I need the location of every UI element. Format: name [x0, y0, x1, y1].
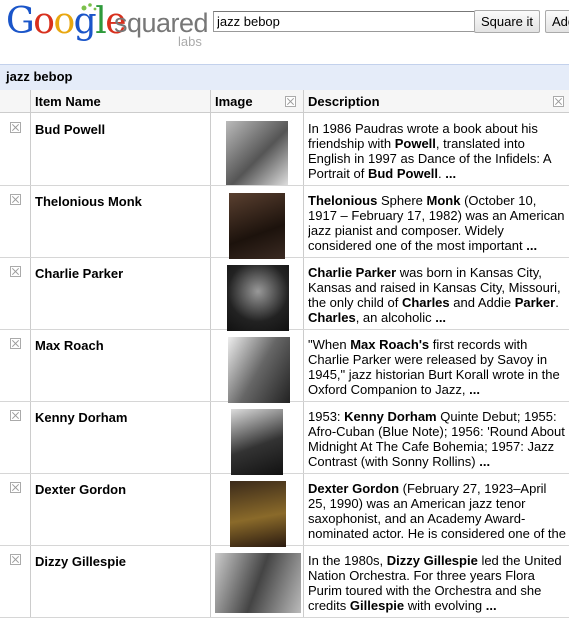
remove-row-icon[interactable]	[10, 554, 21, 565]
item-name: Max Roach	[35, 338, 104, 353]
remove-description-column-icon[interactable]	[553, 96, 564, 107]
remove-row-icon[interactable]	[10, 194, 21, 205]
header: Google squared labs Square it Add	[0, 0, 569, 62]
item-name: Thelonious Monk	[35, 194, 142, 209]
square-title-bar: jazz bebop	[0, 64, 569, 91]
table-row: Max Roach "When Max Roach's first records…	[0, 330, 569, 403]
remove-row-icon[interactable]	[10, 266, 21, 277]
item-photo-thumbnail[interactable]	[229, 193, 285, 259]
item-description: In the 1980s, Dizzy Gillespie led the Un…	[308, 553, 562, 613]
column-header-image[interactable]: Image	[215, 94, 253, 109]
column-header-description[interactable]: Description	[308, 94, 380, 109]
remove-row-icon[interactable]	[10, 482, 21, 493]
flask-icon	[81, 3, 97, 11]
logo-google-wordmark: Google	[6, 1, 127, 42]
table-row: Dizzy Gillespie In the 1980s, Dizzy Gille…	[0, 546, 569, 618]
item-name: Bud Powell	[35, 122, 106, 137]
column-header-item-name[interactable]: Item Name	[35, 94, 101, 109]
add-button[interactable]: Add	[545, 10, 569, 33]
item-name: Dizzy Gillespie	[35, 554, 127, 569]
item-description: 1953: Kenny Dorham Quinte Debut; 1955: A…	[308, 409, 565, 469]
table-header-row: Item Name Image Description	[0, 90, 569, 113]
item-description: "When Max Roach's first records with Cha…	[308, 337, 560, 397]
table-row: Dexter Gordon Dexter Gordon (February 27,…	[0, 474, 569, 547]
table-row: Kenny Dorham 1953: Kenny Dorham Quinte De…	[0, 402, 569, 475]
google-squared-logo[interactable]: Google squared labs	[6, 2, 216, 50]
item-name: Charlie Parker	[35, 266, 124, 281]
item-name: Kenny Dorham	[35, 410, 128, 425]
remove-row-icon[interactable]	[10, 338, 21, 349]
item-description: In 1986 Paudras wrote a book about his f…	[308, 121, 551, 181]
remove-row-icon[interactable]	[10, 410, 21, 421]
table-row: Thelonious Monk Thelonious Sphere Monk (O…	[0, 186, 569, 259]
remove-row-icon[interactable]	[10, 122, 21, 133]
square-title: jazz bebop	[6, 69, 73, 84]
item-photo-thumbnail[interactable]	[226, 121, 288, 185]
remove-image-column-icon[interactable]	[285, 96, 296, 107]
item-photo-thumbnail[interactable]	[228, 337, 290, 403]
item-photo-thumbnail[interactable]	[215, 553, 301, 613]
table-row: Charlie Parker Charlie Parker was born in…	[0, 258, 569, 331]
logo-labs: labs	[178, 34, 202, 49]
square-it-button[interactable]: Square it	[474, 10, 540, 33]
item-description: Charlie Parker was born in Kansas City, …	[308, 265, 561, 325]
search-input[interactable]	[213, 11, 475, 32]
table-row: Bud Powell In 1986 Paudras wrote a book a…	[0, 114, 569, 186]
item-photo-thumbnail[interactable]	[231, 409, 283, 475]
item-photo-thumbnail[interactable]	[227, 265, 289, 331]
item-name: Dexter Gordon	[35, 482, 127, 497]
item-photo-thumbnail[interactable]	[230, 481, 286, 547]
item-description: Dexter Gordon (February 27, 1923–April 2…	[308, 481, 566, 541]
item-description: Thelonious Sphere Monk (October 10, 1917…	[308, 193, 565, 253]
